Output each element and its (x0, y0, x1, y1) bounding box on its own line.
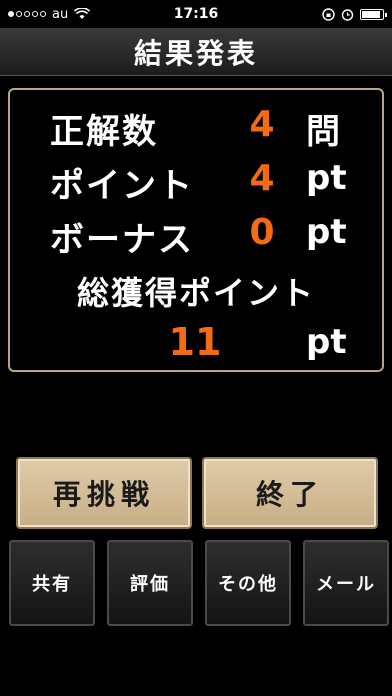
mail-button[interactable]: メール (303, 540, 389, 626)
result-value: 0 (249, 212, 275, 253)
result-row-points: ポイント 4 pt (10, 158, 382, 208)
status-left: au (8, 6, 91, 22)
result-label: ボーナス (50, 220, 194, 260)
status-right (322, 7, 387, 21)
finish-button[interactable]: 終了 (202, 457, 378, 529)
other-button[interactable]: その他 (205, 540, 291, 626)
result-unit: 問 (306, 112, 340, 152)
rate-button[interactable]: 評価 (107, 540, 193, 626)
battery-icon (360, 8, 387, 20)
total-points-value: 11 (168, 320, 222, 364)
result-value: 4 (249, 158, 275, 199)
carrier-name: au (52, 6, 69, 22)
result-label: 正解数 (50, 112, 158, 152)
result-unit: pt (306, 158, 347, 198)
wifi-icon (74, 8, 91, 19)
total-points-label: 総獲得ポイント (76, 274, 315, 312)
retry-button[interactable]: 再挑戦 (16, 457, 192, 529)
page-title: 結果発表 (133, 36, 258, 70)
orientation-lock-icon (322, 7, 335, 21)
result-row-bonus: ボーナス 0 pt (10, 212, 382, 262)
header: 結果発表 (0, 28, 392, 76)
status-bar: au 17:16 (0, 0, 392, 28)
signal-strength-icon (8, 11, 46, 17)
alarm-icon (341, 8, 354, 21)
result-label: ポイント (50, 166, 194, 206)
total-points-unit: pt (306, 322, 347, 362)
share-button[interactable]: 共有 (9, 540, 95, 626)
results-panel: 正解数 4 問 ポイント 4 pt ボーナス 0 pt 総獲得ポイント 11 p… (8, 88, 384, 372)
result-value: 4 (249, 104, 275, 145)
result-unit: pt (306, 212, 347, 252)
result-row-correct: 正解数 4 問 (10, 104, 382, 154)
